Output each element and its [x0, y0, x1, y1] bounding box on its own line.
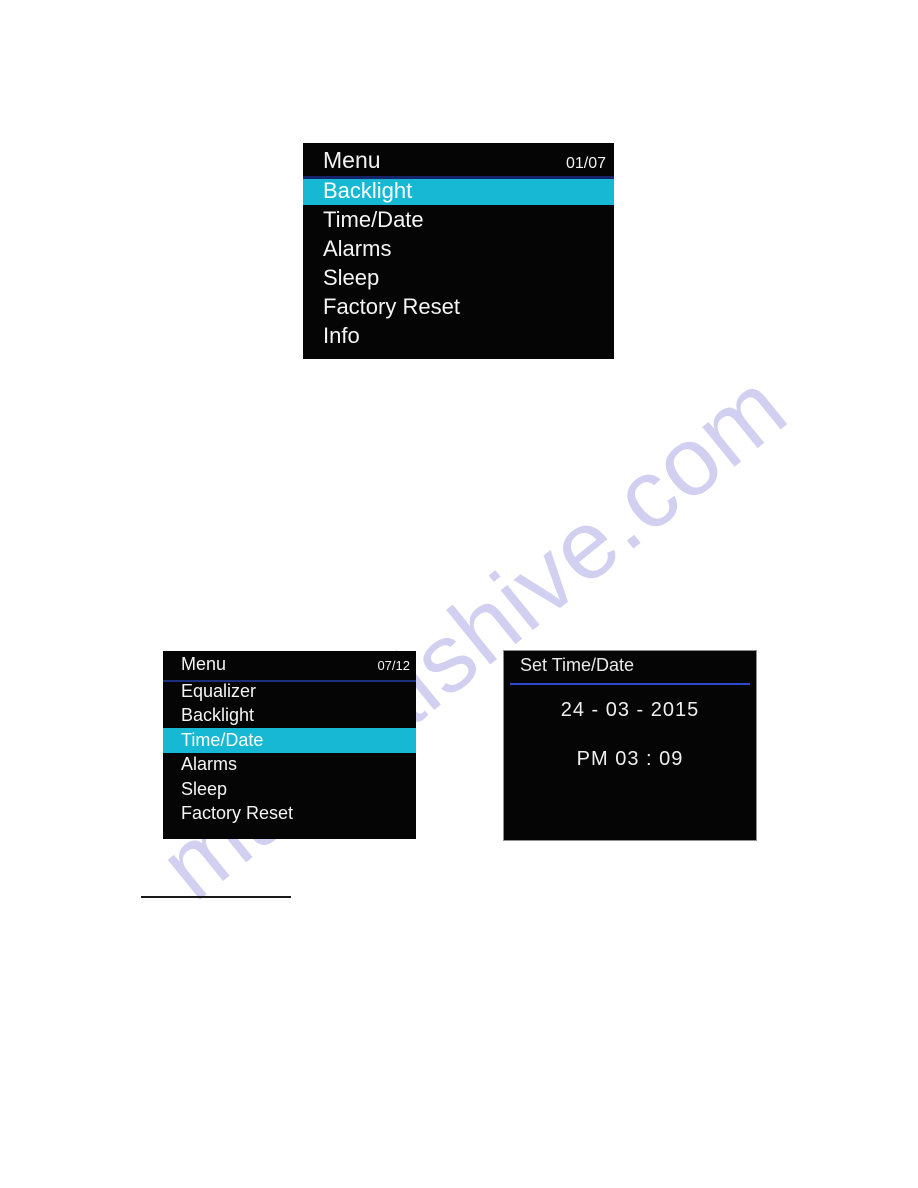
- menu-item-alarms[interactable]: Alarms: [163, 753, 416, 778]
- set-time-date-title: Set Time/Date: [520, 655, 635, 675]
- menu-item-backlight[interactable]: Backlight: [303, 176, 614, 205]
- menu-screen-bottom: Menu 07/12 Equalizer Backlight Time/Date…: [163, 651, 416, 839]
- menu-item-label: Backlight: [323, 177, 413, 203]
- set-time-date-header: Set Time/Date: [504, 651, 756, 681]
- menu-item-label: Time/Date: [323, 206, 424, 232]
- menu-screen-top-divider: [303, 176, 614, 179]
- menu-item-label: Alarms: [181, 754, 238, 775]
- menu-item-label: Time/Date: [181, 729, 264, 750]
- menu-item-label: Sleep: [323, 264, 380, 290]
- menu-item-label: Backlight: [181, 705, 255, 726]
- menu-item-label: Factory Reset: [181, 803, 294, 824]
- set-time-date-body: 24 - 03 - 2015 PM 03 : 09: [504, 681, 756, 771]
- time-value[interactable]: PM 03 : 09: [504, 748, 756, 771]
- menu-item-time-date[interactable]: Time/Date: [163, 728, 416, 753]
- menu-item-label: Factory Reset: [323, 293, 460, 319]
- menu-screen-bottom-header: Menu 07/12: [163, 651, 416, 677]
- menu-screen-top-header: Menu 01/07: [303, 143, 614, 173]
- menu-item-equalizer[interactable]: Equalizer: [163, 679, 416, 704]
- menu-item-sleep[interactable]: Sleep: [163, 777, 416, 802]
- menu-item-label: Equalizer: [181, 680, 257, 701]
- menu-screen-top: Menu 01/07 Backlight Time/Date Alarms Sl…: [303, 143, 614, 359]
- menu-item-label: Alarms: [323, 235, 392, 261]
- menu-item-backlight[interactable]: Backlight: [163, 704, 416, 729]
- menu-screen-top-title: Menu: [323, 147, 381, 173]
- set-time-date-divider: [510, 683, 750, 685]
- set-time-date-screen: Set Time/Date 24 - 03 - 2015 PM 03 : 09: [504, 651, 756, 840]
- menu-item-time-date[interactable]: Time/Date: [303, 205, 614, 234]
- menu-screen-bottom-counter: 07/12: [377, 658, 410, 673]
- footnote-separator: [141, 896, 291, 898]
- menu-screen-bottom-title: Menu: [181, 654, 227, 674]
- menu-screen-bottom-list: Equalizer Backlight Time/Date Alarms Sle…: [163, 679, 416, 826]
- menu-screen-top-counter: 01/07: [565, 155, 606, 172]
- date-value[interactable]: 24 - 03 - 2015: [504, 699, 756, 722]
- document-page: manualshive.com Menu 01/07 Backlight Tim…: [0, 0, 918, 1188]
- menu-item-label: Sleep: [181, 778, 228, 799]
- menu-item-label: Info: [323, 322, 360, 348]
- menu-item-factory-reset[interactable]: Factory Reset: [163, 802, 416, 827]
- menu-item-alarms[interactable]: Alarms: [303, 234, 614, 263]
- menu-screen-bottom-divider: [163, 680, 416, 682]
- menu-screen-top-list: Backlight Time/Date Alarms Sleep Factory…: [303, 176, 614, 350]
- menu-item-info[interactable]: Info: [303, 321, 614, 350]
- menu-item-sleep[interactable]: Sleep: [303, 263, 614, 292]
- menu-item-factory-reset[interactable]: Factory Reset: [303, 292, 614, 321]
